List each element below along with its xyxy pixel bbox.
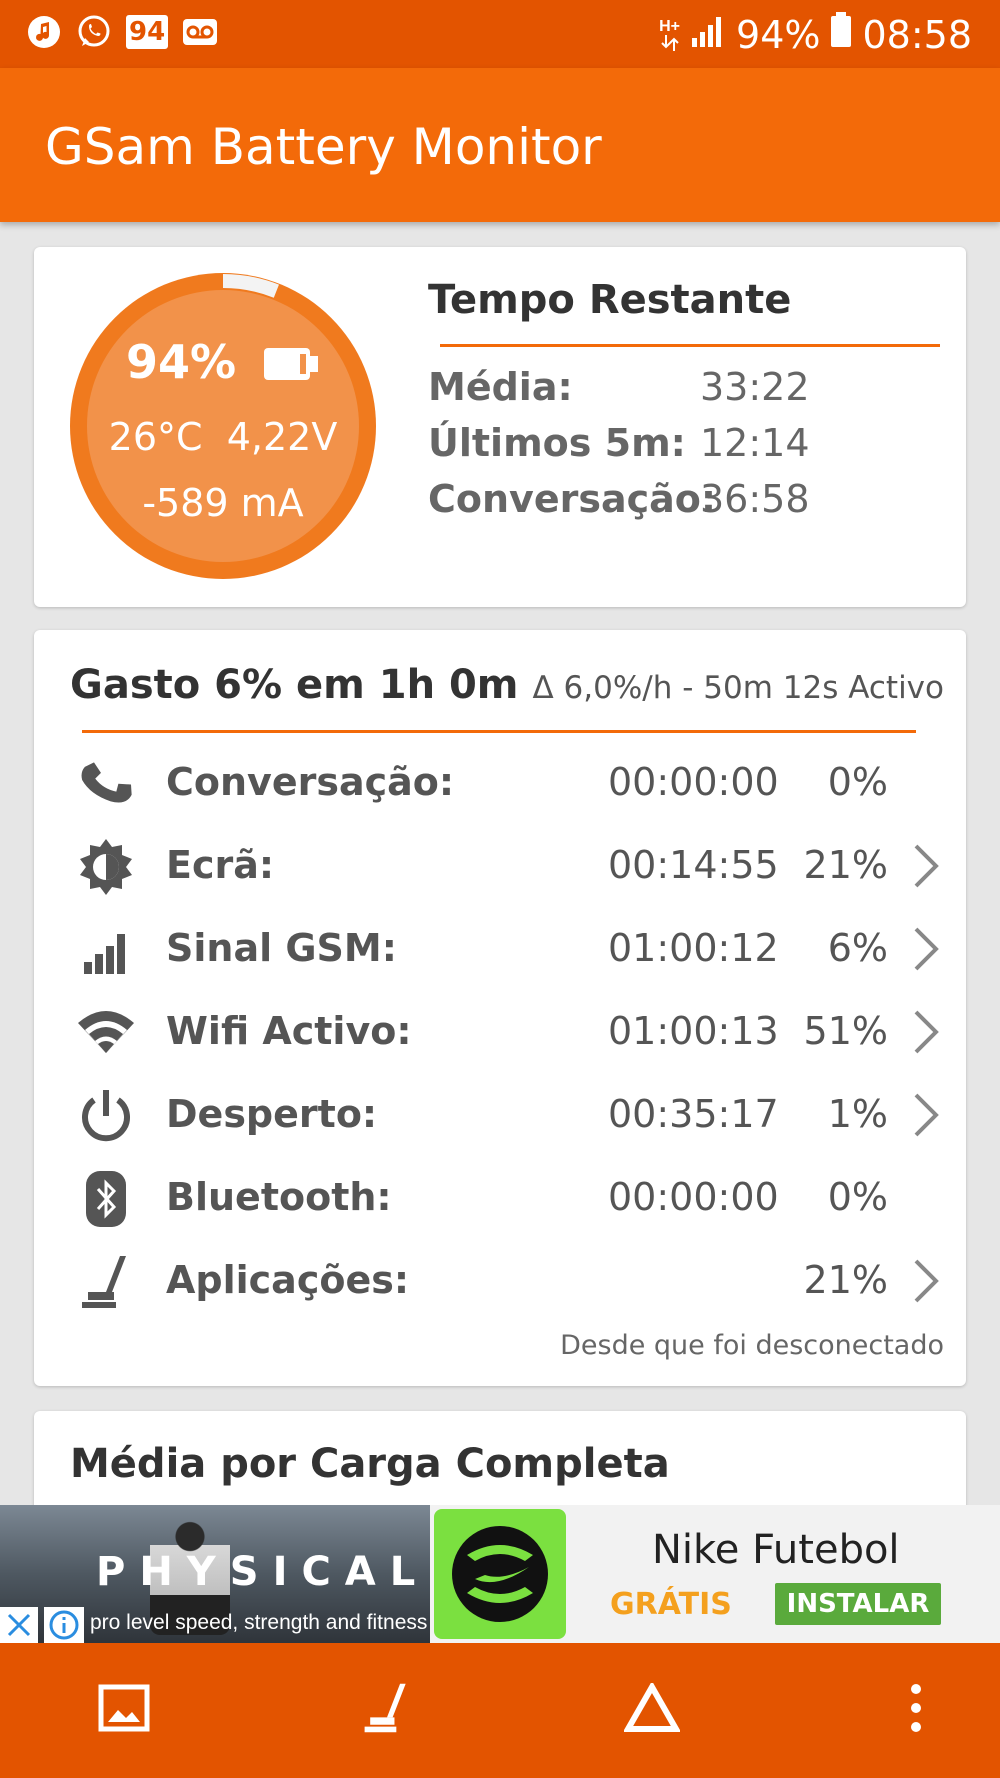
ad-banner[interactable]: PHYSICAL pro level speed, strength and f…	[0, 1505, 1000, 1643]
battery-percent: 94%	[125, 335, 237, 389]
power-icon	[76, 1086, 136, 1146]
bluetooth-icon	[76, 1169, 136, 1229]
voltage: 4,22V	[226, 415, 338, 459]
temperature: 26°C	[108, 415, 203, 459]
wifi-icon	[76, 1003, 136, 1063]
image-icon	[98, 1684, 150, 1737]
ad-install-button[interactable]: INSTALAR	[775, 1583, 941, 1625]
ad-image[interactable]: PHYSICAL pro level speed, strength and f…	[0, 1505, 430, 1643]
nike-futebol-logo-icon[interactable]	[434, 1509, 566, 1639]
signal-strength-icon	[690, 13, 726, 58]
usage-time: 01:00:13	[608, 1009, 779, 1053]
usage-percent: 21%	[803, 843, 888, 887]
usage-label: Bluetooth:	[166, 1175, 392, 1219]
whatsapp-icon	[76, 14, 112, 50]
clock: 08:58	[862, 13, 972, 57]
usage-row-call: Conversação: 00:00:00 0%	[34, 748, 966, 818]
usage-row-bluetooth: Bluetooth: 00:00:00 0%	[34, 1163, 966, 1233]
ad-app-name: Nike Futebol	[652, 1527, 900, 1573]
notification-icons: 94	[26, 14, 218, 50]
system-indicators: H+ 94% 08:58	[659, 12, 972, 58]
remaining-label: Conversação:	[428, 477, 717, 521]
usage-rate: Δ 6,0%/h - 50m 12s Activo	[532, 670, 944, 706]
remaining-value: 12:14	[700, 421, 810, 465]
phone-icon	[76, 754, 136, 814]
bottom-toolbar	[0, 1643, 1000, 1778]
battery-icon	[262, 339, 320, 393]
remaining-label: Últimos 5m:	[428, 421, 686, 465]
image-button[interactable]	[74, 1643, 174, 1778]
battery-icon	[830, 12, 852, 58]
signal-bars-icon	[76, 920, 136, 980]
more-vert-icon	[909, 1683, 923, 1738]
usage-row-apps[interactable]: Aplicações: 21%	[34, 1246, 966, 1316]
voicemail-icon	[182, 14, 218, 50]
ad-subline: pro level speed, strength and fitness	[90, 1611, 428, 1634]
usage-percent: 6%	[827, 926, 888, 970]
usage-percent: 0%	[827, 760, 888, 804]
remaining-value: 36:58	[700, 477, 810, 521]
chevron-right-icon[interactable]	[912, 926, 940, 972]
usage-row-wifi[interactable]: Wifi Activo: 01:00:13 51%	[34, 997, 966, 1067]
remaining-label: Média:	[428, 365, 573, 409]
app-bar: GSam Battery Monitor	[0, 68, 1000, 222]
ad-close-icon[interactable]	[0, 1607, 38, 1643]
usage-label: Wifi Activo:	[166, 1009, 412, 1053]
current-draw: -589 mA	[142, 481, 304, 525]
divider	[440, 344, 940, 347]
usage-title: Gasto 6% em 1h 0m	[70, 662, 519, 708]
battery-status-card[interactable]: 94% 26°C 4,22V -589 mA Tempo Restante Mé…	[34, 247, 966, 607]
remaining-row: Conversação: 36:58	[428, 477, 810, 521]
network-type-icon: H+	[659, 19, 680, 51]
usage-label: Conversação:	[166, 760, 455, 804]
usage-percent: 21%	[803, 1258, 888, 1302]
remaining-row: Últimos 5m: 12:14	[428, 421, 810, 465]
chevron-right-icon[interactable]	[912, 1092, 940, 1138]
usage-time: 00:00:00	[608, 760, 779, 804]
app-title: GSam Battery Monitor	[45, 118, 602, 176]
overflow-menu-button[interactable]	[866, 1643, 966, 1778]
remaining-time-title: Tempo Restante	[428, 277, 792, 323]
music-note-icon	[26, 14, 62, 50]
usage-footer: Desde que foi desconectado	[560, 1330, 944, 1361]
screen-brightness-icon	[76, 837, 136, 897]
ad-price: GRÁTIS	[610, 1587, 732, 1622]
chevron-right-icon[interactable]	[912, 843, 940, 889]
average-charge-title: Média por Carga Completa	[70, 1441, 670, 1487]
usage-card: Gasto 6% em 1h 0m Δ 6,0%/h - 50m 12s Act…	[34, 630, 966, 1386]
usage-percent: 0%	[827, 1175, 888, 1219]
usage-label: Desperto:	[166, 1092, 378, 1136]
temp-voltage-row: 26°C 4,22V	[70, 415, 376, 459]
notification-count-badge: 94	[126, 15, 169, 49]
ad-headline: PHYSICAL	[96, 1549, 430, 1595]
usage-percent: 51%	[803, 1009, 888, 1053]
usage-label: Aplicações:	[166, 1258, 410, 1302]
apps-button[interactable]	[337, 1643, 437, 1778]
apps-icon	[359, 1680, 415, 1741]
battery-gauge[interactable]: 94% 26°C 4,22V -589 mA	[70, 273, 376, 579]
divider	[82, 730, 916, 733]
usage-row-screen[interactable]: Ecrã: 00:14:55 21%	[34, 831, 966, 901]
usage-time: 00:00:00	[608, 1175, 779, 1219]
ad-info-icon[interactable]	[44, 1607, 84, 1643]
usage-time: 00:14:55	[608, 843, 779, 887]
usage-time: 01:00:12	[608, 926, 779, 970]
remaining-value: 33:22	[700, 365, 810, 409]
usage-percent: 1%	[827, 1092, 888, 1136]
usage-time: 00:35:17	[608, 1092, 779, 1136]
delta-button[interactable]	[602, 1643, 702, 1778]
remaining-row: Média: 33:22	[428, 365, 810, 409]
usage-row-awake[interactable]: Desperto: 00:35:17 1%	[34, 1080, 966, 1150]
chevron-right-icon[interactable]	[912, 1258, 940, 1304]
usage-label: Ecrã:	[166, 843, 275, 887]
apps-icon	[76, 1252, 136, 1312]
delta-icon	[622, 1680, 682, 1738]
status-bar: 94 H+ 94% 08:58	[0, 0, 1000, 68]
chevron-right-icon[interactable]	[912, 1009, 940, 1055]
usage-label: Sinal GSM:	[166, 926, 397, 970]
battery-percent-row: 94%	[70, 335, 376, 393]
battery-percent-text: 94%	[736, 13, 821, 57]
usage-row-signal[interactable]: Sinal GSM: 01:00:12 6%	[34, 914, 966, 984]
